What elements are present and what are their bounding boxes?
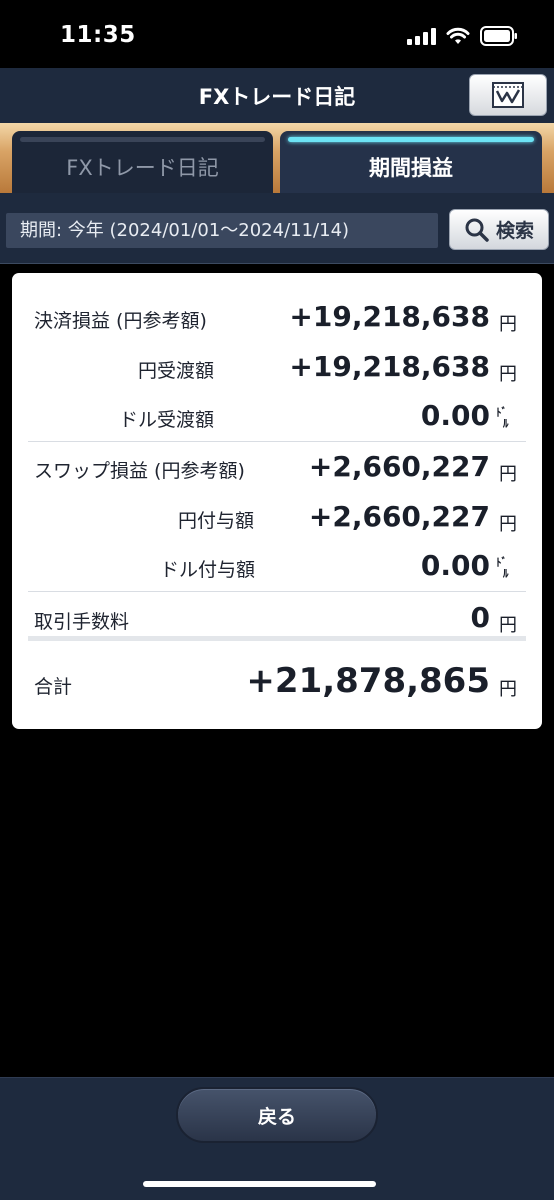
row-label: ドル付与額 [160, 559, 256, 581]
tab-label: 期間損益 [369, 156, 453, 180]
status-icons [407, 26, 518, 46]
period-bar: 期間: 今年 (2024/01/01～2024/11/14) 検索 [0, 193, 554, 264]
period-field[interactable]: 期間: 今年 (2024/01/01～2024/11/14) [6, 213, 438, 248]
dollar-unit: ﾄﾞﾙ [496, 556, 509, 580]
app-header: FXトレード日記 [0, 68, 554, 123]
dollar-received-row: ドル受渡額 0.00 ﾄﾞﾙ [12, 392, 542, 442]
search-icon [465, 218, 489, 242]
row-value: 0.00 [420, 549, 490, 582]
status-bar: 11:35 [0, 0, 554, 68]
summary-card: 決済損益 (円参考額) +19,218,638 円 円受渡額 +19,218,6… [12, 273, 542, 729]
row-label: 取引手数料 [34, 611, 130, 633]
row-value: +19,218,638 [289, 350, 490, 383]
cellular-signal-icon [407, 27, 436, 45]
row-unit: 円 [499, 314, 517, 335]
tab-label: FXトレード日記 [66, 156, 219, 180]
home-indicator [143, 1181, 376, 1187]
tab-trade-diary[interactable]: FXトレード日記 [12, 131, 273, 193]
row-unit: 円 [499, 364, 517, 385]
row-value: 0.00 [420, 399, 490, 432]
row-unit: 円 [499, 615, 517, 636]
row-label: 円受渡額 [138, 360, 215, 382]
row-unit: 円 [499, 464, 517, 485]
dollar-unit: ﾄﾞﾙ [496, 406, 509, 430]
tab-bar: FXトレード日記 期間損益 [0, 123, 554, 193]
row-label: 決済損益 (円参考額) [34, 310, 207, 332]
row-value: +2,660,227 [308, 500, 490, 533]
row-unit: 円 [499, 514, 517, 535]
back-button[interactable]: 戻る [176, 1087, 378, 1143]
row-value: +2,660,227 [308, 450, 490, 483]
tab-period-pnl[interactable]: 期間損益 [280, 131, 542, 193]
row-label: 円付与額 [178, 510, 255, 532]
swap-row: スワップ損益 (円参考額) +2,660,227 円 [12, 443, 542, 493]
status-time: 11:35 [60, 22, 136, 48]
divider-thick [28, 636, 526, 641]
chart-button[interactable] [469, 74, 547, 116]
dollar-granted-row: ドル付与額 0.00 ﾄﾞﾙ [12, 542, 542, 592]
bottom-bar: 戻る [0, 1077, 554, 1200]
row-value: 0 [470, 601, 490, 634]
row-label: ドル受渡額 [119, 409, 215, 431]
search-label: 検索 [495, 220, 534, 242]
row-value: +19,218,638 [289, 300, 490, 333]
total-label: 合計 [34, 676, 73, 698]
yen-granted-row: 円付与額 +2,660,227 円 [12, 493, 542, 543]
total-unit: 円 [499, 679, 517, 700]
yen-received-row: 円受渡額 +19,218,638 円 [12, 343, 542, 393]
row-label: スワップ損益 (円参考額) [34, 460, 245, 482]
total-row: 合計 +21,878,865 円 [12, 658, 542, 714]
battery-icon [480, 26, 518, 46]
divider [28, 441, 526, 442]
total-value: +21,878,865 [246, 661, 490, 701]
search-button[interactable]: 検索 [449, 209, 549, 250]
settlement-row: 決済損益 (円参考額) +19,218,638 円 [12, 293, 542, 343]
wifi-icon [446, 27, 470, 45]
chart-icon [492, 82, 524, 108]
divider [28, 591, 526, 592]
